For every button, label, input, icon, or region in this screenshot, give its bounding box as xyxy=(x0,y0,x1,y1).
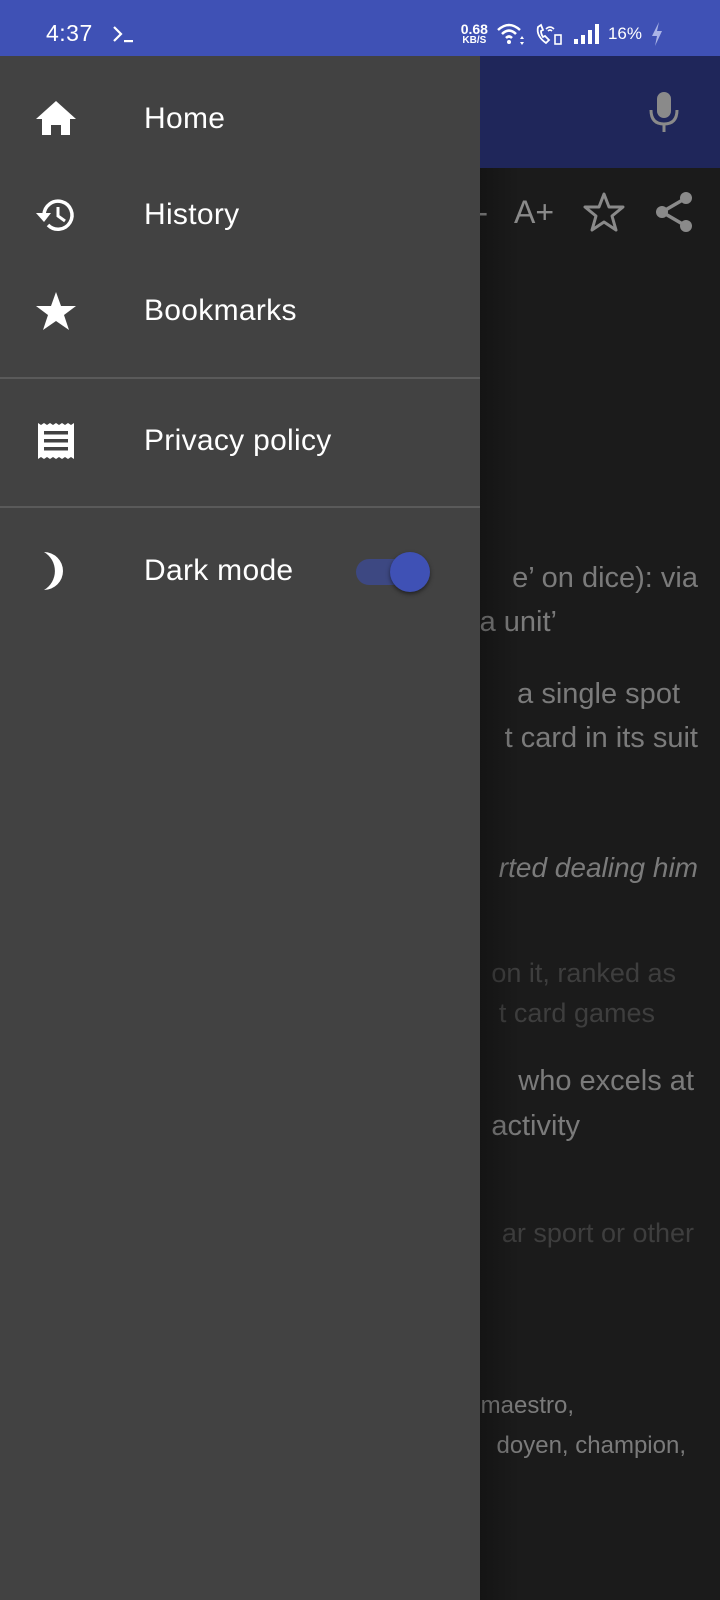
moon-icon xyxy=(44,552,63,590)
nav-item-label: Home xyxy=(144,102,226,135)
nav-item-history[interactable]: History xyxy=(0,170,480,260)
switch-thumb xyxy=(390,552,430,592)
history-icon xyxy=(36,199,74,231)
nav-item-privacy-policy[interactable]: Privacy policy xyxy=(0,396,480,486)
star-icon xyxy=(36,292,76,330)
network-speed: 0.68 KB/S xyxy=(460,21,488,46)
nav-item-label: Privacy policy xyxy=(144,424,332,457)
nav-item-bookmarks[interactable]: Bookmarks xyxy=(0,266,480,356)
font-increase-button[interactable]: A+ xyxy=(514,194,554,231)
wifi-calling-icon xyxy=(536,23,562,45)
star-outline-icon[interactable] xyxy=(582,190,626,234)
drawer-shadow xyxy=(480,168,520,1600)
battery-percent: 16% xyxy=(607,24,642,43)
charging-bolt-icon xyxy=(652,22,662,46)
status-icons: 0.68 KB/S 16% xyxy=(461,18,664,50)
drawer-divider xyxy=(0,377,480,379)
nav-item-dark-mode[interactable]: Dark mode xyxy=(0,526,480,616)
microphone-icon[interactable] xyxy=(646,90,682,134)
terminal-prompt-icon xyxy=(113,26,133,43)
drawer-divider xyxy=(0,506,480,508)
cell-signal-icon xyxy=(573,24,599,44)
status-bar: 4:37 0.68 KB/S 16% xyxy=(0,0,720,56)
receipt-icon xyxy=(38,423,74,459)
nav-item-label: History xyxy=(144,198,240,231)
nav-item-label: Bookmarks xyxy=(144,294,297,327)
navigation-drawer: Home History Bookmarks Privacy policy Da… xyxy=(0,56,480,1600)
wifi-icon xyxy=(497,23,524,45)
nav-item-label: Dark mode xyxy=(144,554,294,587)
status-time: 4:37 xyxy=(46,20,93,46)
home-icon xyxy=(36,101,76,135)
dark-mode-switch[interactable] xyxy=(356,550,432,594)
nav-item-home[interactable]: Home xyxy=(0,74,480,164)
share-icon[interactable] xyxy=(652,190,696,234)
